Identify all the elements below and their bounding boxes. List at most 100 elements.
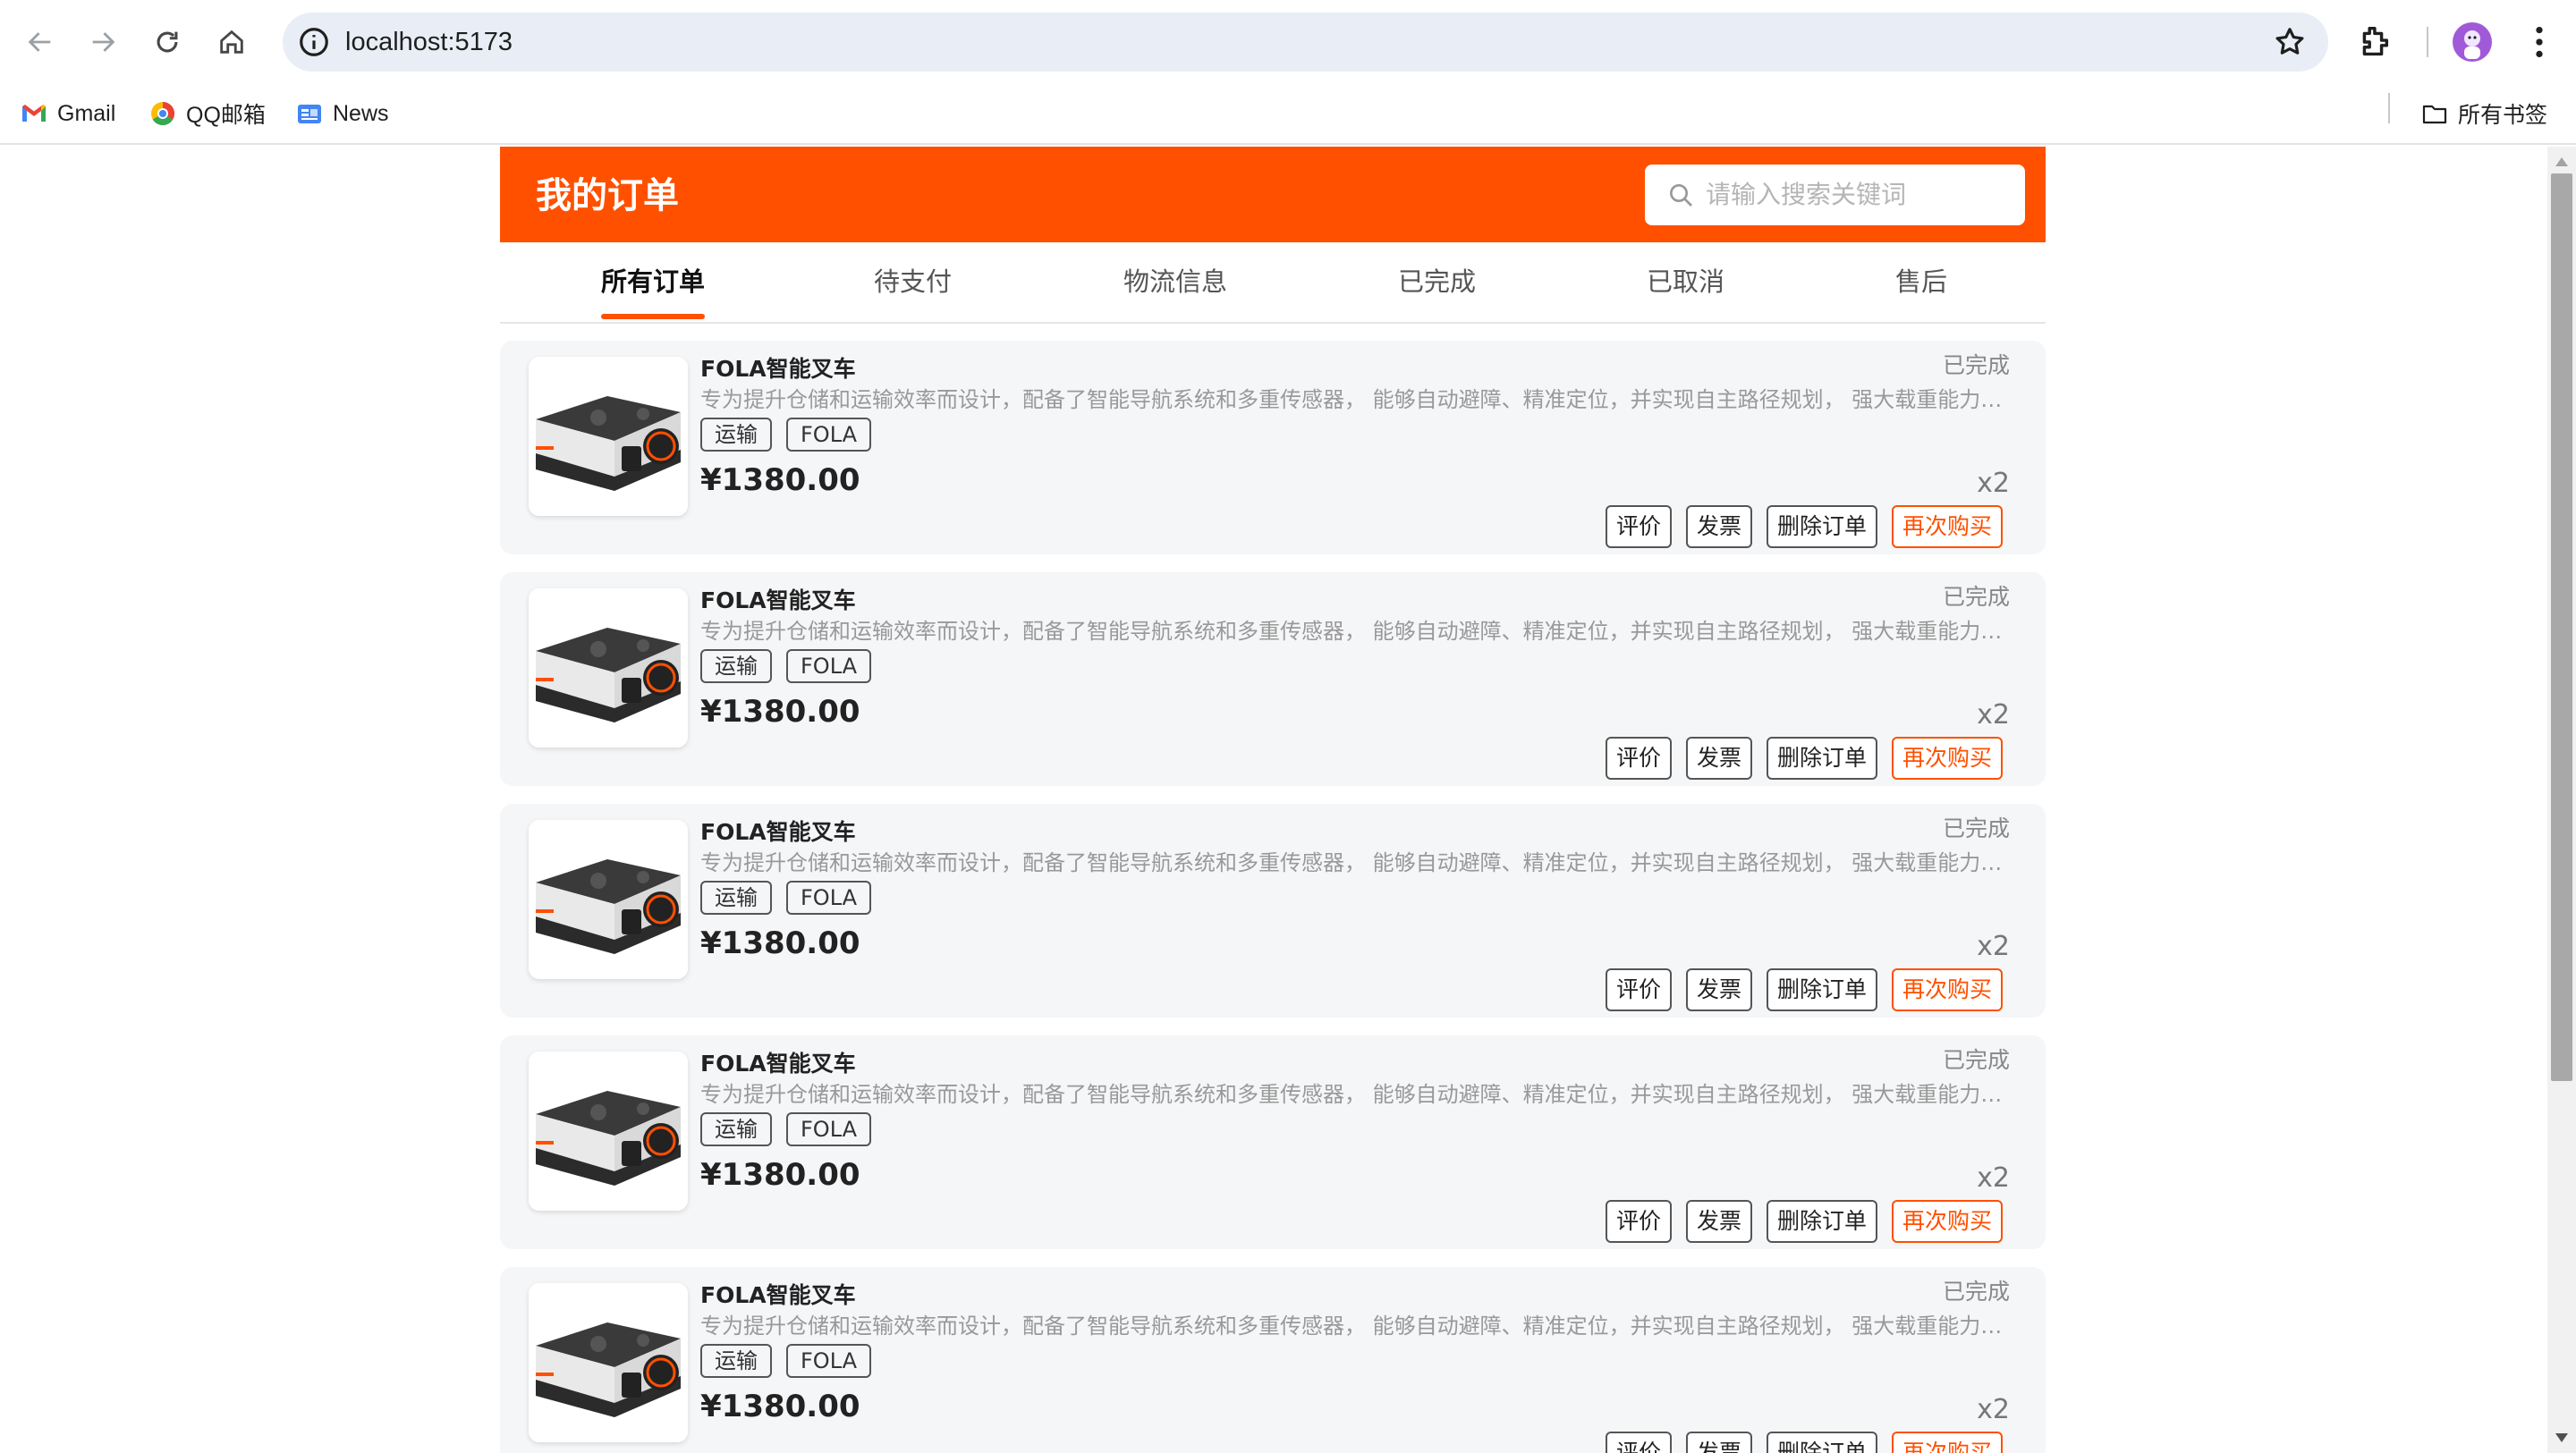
search-input[interactable]: 请输入搜索关键词 — [1706, 179, 1906, 211]
product-price: ¥1380.00 — [700, 925, 860, 961]
page-viewport: 我的订单 请输入搜索关键词 所有订单 待支付 物流信息 已完成 已取消 售后 F… — [0, 147, 2547, 1453]
bookmark-qqmail[interactable]: QQ邮箱 — [148, 93, 266, 134]
bookmark-news[interactable]: News — [295, 93, 389, 134]
orders-page: 我的订单 请输入搜索关键词 所有订单 待支付 物流信息 已完成 已取消 售后 F… — [500, 147, 2046, 1453]
product-quantity: x2 — [1977, 468, 2010, 499]
product-quantity: x2 — [1977, 699, 2010, 731]
toolbar-divider — [2427, 27, 2428, 57]
product-tag: FOLA — [786, 1112, 872, 1146]
order-status: 已完成 — [1942, 584, 2010, 610]
product-tag: FOLA — [786, 1344, 872, 1378]
review-button[interactable]: 评价 — [1605, 505, 1672, 548]
scroll-up-arrow[interactable] — [2555, 157, 2568, 166]
more-menu-icon[interactable] — [2519, 21, 2560, 63]
browser-toolbar: localhost:5173 — [0, 0, 2576, 84]
product-image[interactable] — [529, 588, 688, 748]
delete-order-button[interactable]: 删除订单 — [1766, 968, 1877, 1011]
search-box[interactable]: 请输入搜索关键词 — [1645, 165, 2025, 225]
buy-again-button[interactable]: 再次购买 — [1891, 737, 2003, 780]
bookmark-label: News — [333, 100, 389, 126]
home-button[interactable] — [209, 20, 254, 64]
home-icon — [220, 30, 243, 54]
buy-again-button[interactable]: 再次购买 — [1891, 1432, 2003, 1453]
product-name[interactable]: FOLA智能叉车 — [700, 1050, 856, 1078]
profile-avatar[interactable] — [2453, 22, 2492, 62]
url-text[interactable]: localhost:5173 — [345, 25, 513, 59]
product-image[interactable] — [529, 1052, 688, 1211]
product-price: ¥1380.00 — [700, 462, 860, 498]
all-bookmarks-button[interactable]: 所有书签 — [2420, 93, 2547, 134]
buy-again-button[interactable]: 再次购买 — [1891, 968, 2003, 1011]
invoice-button[interactable]: 发票 — [1685, 737, 1752, 780]
invoice-button[interactable]: 发票 — [1685, 1200, 1752, 1243]
review-button[interactable]: 评价 — [1605, 1432, 1672, 1453]
forklift-robot-icon — [529, 1283, 688, 1442]
invoice-button[interactable]: 发票 — [1685, 968, 1752, 1011]
order-list: FOLA智能叉车 已完成 专为提升仓储和运输效率而设计，配备了智能导航系统和多重… — [500, 341, 2046, 1453]
review-button[interactable]: 评价 — [1605, 968, 1672, 1011]
scroll-down-arrow[interactable] — [2555, 1433, 2568, 1442]
bookmark-gmail[interactable]: Gmail — [20, 93, 115, 134]
forward-button[interactable] — [80, 20, 125, 64]
order-tabs: 所有订单 待支付 物流信息 已完成 已取消 售后 — [500, 242, 2046, 324]
product-tag: 运输 — [700, 649, 772, 683]
order-status: 已完成 — [1942, 352, 2010, 378]
address-bar[interactable]: localhost:5173 — [283, 13, 2328, 72]
product-price: ¥1380.00 — [700, 1157, 860, 1193]
delete-order-button[interactable]: 删除订单 — [1766, 737, 1877, 780]
product-name[interactable]: FOLA智能叉车 — [700, 355, 856, 384]
delete-order-button[interactable]: 删除订单 — [1766, 1200, 1877, 1243]
product-tag: FOLA — [786, 649, 872, 683]
tab-completed[interactable]: 已完成 — [1398, 264, 1476, 300]
tab-logistics[interactable]: 物流信息 — [1123, 264, 1227, 300]
site-info-icon[interactable] — [297, 25, 331, 59]
all-bookmarks-label: 所有书签 — [2458, 103, 2548, 128]
product-tags: 运输 FOLA — [700, 418, 872, 452]
review-button[interactable]: 评价 — [1605, 737, 1672, 780]
reload-icon — [157, 31, 178, 53]
product-price: ¥1380.00 — [700, 1389, 860, 1424]
tab-cancelled[interactable]: 已取消 — [1647, 264, 1724, 300]
delete-order-button[interactable]: 删除订单 — [1766, 505, 1877, 548]
tab-label: 物流信息 — [1123, 266, 1228, 297]
order-card: FOLA智能叉车 已完成 专为提升仓储和运输效率而设计，配备了智能导航系统和多重… — [500, 1035, 2046, 1249]
product-name[interactable]: FOLA智能叉车 — [700, 818, 856, 847]
bookmark-star-icon[interactable] — [2273, 25, 2307, 59]
product-description: 专为提升仓储和运输效率而设计，配备了智能导航系统和多重传感器， 能够自动避障、精… — [700, 1082, 2008, 1107]
page-title: 我的订单 — [536, 175, 679, 216]
product-name[interactable]: FOLA智能叉车 — [700, 1281, 856, 1310]
product-quantity: x2 — [1977, 931, 2010, 962]
delete-order-button[interactable]: 删除订单 — [1766, 1432, 1877, 1453]
invoice-button[interactable]: 发票 — [1685, 505, 1752, 548]
buy-again-button[interactable]: 再次购买 — [1891, 505, 2003, 548]
product-description: 专为提升仓储和运输效率而设计，配备了智能导航系统和多重传感器， 能够自动避障、精… — [700, 619, 2008, 644]
bookmark-label: Gmail — [57, 100, 116, 126]
arrow-right-icon — [92, 32, 115, 52]
extensions-icon[interactable] — [2352, 21, 2394, 63]
review-button[interactable]: 评价 — [1605, 1200, 1672, 1243]
product-quantity: x2 — [1977, 1162, 2010, 1194]
tab-after-sales[interactable]: 售后 — [1895, 264, 1947, 300]
forklift-robot-icon — [529, 820, 688, 979]
product-image[interactable] — [529, 820, 688, 979]
product-tags: 运输 FOLA — [700, 1344, 872, 1378]
order-actions: 评价 发票 删除订单 再次购买 — [1605, 737, 2003, 780]
bookmarks-divider — [2388, 93, 2390, 123]
gmail-icon — [22, 105, 46, 122]
scroll-thumb[interactable] — [2551, 173, 2572, 1081]
product-image[interactable] — [529, 357, 688, 516]
tab-all-orders[interactable]: 所有订单 — [601, 264, 706, 319]
tab-label: 已完成 — [1398, 266, 1477, 297]
page-scrollbar[interactable] — [2547, 147, 2576, 1453]
product-tag: FOLA — [786, 881, 872, 915]
order-card: FOLA智能叉车 已完成 专为提升仓储和运输效率而设计，配备了智能导航系统和多重… — [500, 1267, 2046, 1453]
product-name[interactable]: FOLA智能叉车 — [700, 587, 856, 615]
product-image[interactable] — [529, 1283, 688, 1442]
buy-again-button[interactable]: 再次购买 — [1891, 1200, 2003, 1243]
back-button[interactable] — [18, 20, 63, 64]
news-icon — [298, 105, 321, 123]
order-card: FOLA智能叉车 已完成 专为提升仓储和运输效率而设计，配备了智能导航系统和多重… — [500, 572, 2046, 786]
reload-button[interactable] — [145, 20, 190, 64]
invoice-button[interactable]: 发票 — [1685, 1432, 1752, 1453]
tab-pending-payment[interactable]: 待支付 — [874, 264, 952, 300]
